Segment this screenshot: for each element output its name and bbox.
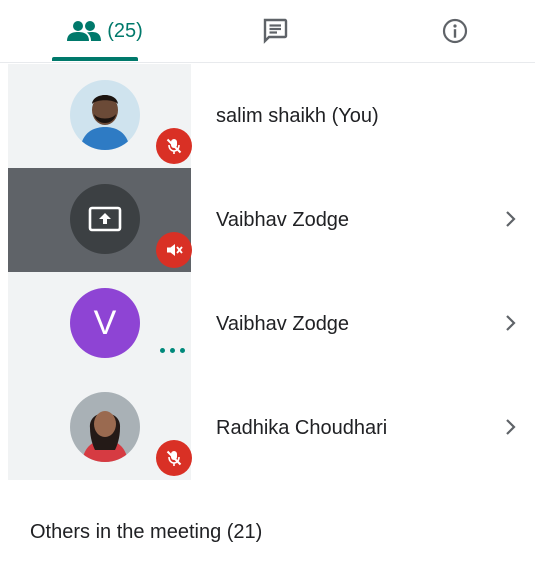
participant-row[interactable]: salim shaikh (You): [0, 64, 535, 168]
chevron-right-icon[interactable]: [505, 210, 517, 228]
others-section-title: Others in the meeting (21): [30, 521, 263, 543]
chat-icon: [261, 17, 289, 45]
tab-chat[interactable]: [200, 0, 350, 62]
participant-name: salim shaikh (You): [216, 104, 379, 127]
participant-count: (25): [107, 19, 143, 42]
participant-tile: V: [8, 272, 191, 376]
avatar: [70, 392, 140, 462]
participant-name: Vaibhav Zodge: [216, 312, 350, 335]
participant-name: Vaibhav Zodge: [216, 208, 350, 231]
participant-tile: [8, 64, 192, 168]
participant-row[interactable]: Vaibhav Zodge: [0, 168, 535, 272]
participant-row[interactable]: Radhika Choudhari: [0, 376, 535, 480]
speaking-indicator-icon: [160, 348, 185, 353]
participant-tile: [8, 168, 192, 272]
tab-info[interactable]: [380, 0, 530, 62]
avatar: [70, 80, 140, 150]
chevron-right-icon[interactable]: [505, 314, 517, 332]
muted-icon: [156, 440, 192, 476]
avatar-letter: V: [70, 288, 140, 358]
people-icon: [67, 20, 102, 42]
chevron-right-icon[interactable]: [505, 418, 517, 436]
info-icon: [441, 17, 469, 45]
tab-bar: (25): [0, 0, 535, 63]
participant-tile: [8, 376, 192, 480]
muted-icon: [156, 232, 192, 268]
active-tab-indicator: [52, 57, 138, 61]
muted-icon: [156, 128, 192, 164]
participant-name: Radhika Choudhari: [216, 416, 388, 439]
tab-people[interactable]: (25): [30, 0, 180, 62]
present-screen-icon: [70, 184, 140, 254]
participant-row[interactable]: V Vaibhav Zodge: [0, 272, 535, 376]
